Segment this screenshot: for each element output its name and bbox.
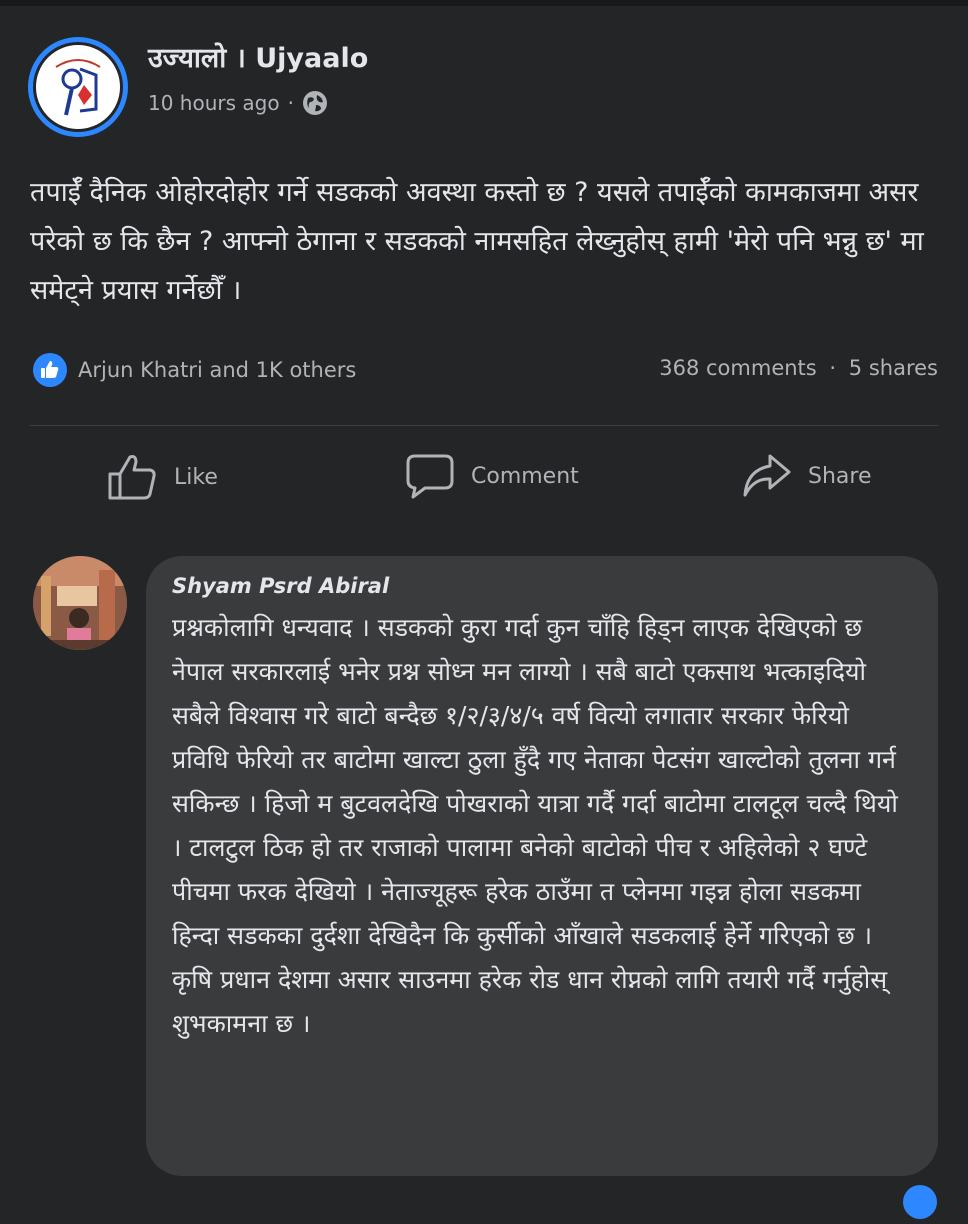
like-icon (32, 352, 68, 388)
counts-separator: · (829, 356, 837, 380)
comment-paragraph: प्रश्नकोलागि धन्यवाद । सडकको कुरा गर्दा … (172, 613, 898, 950)
like-button[interactable]: Like (106, 452, 218, 502)
comment-icon (406, 454, 454, 499)
comment-paragraph: कृषि प्रधान देशमा असार साउनमा हरेक रोड ध… (172, 965, 888, 1038)
page-logo (33, 42, 123, 132)
reaction-badge-icon (902, 1184, 938, 1220)
top-edge (0, 0, 968, 6)
comment-text: प्रश्नकोलागि धन्यवाद । सडकको कुरा गर्दा … (172, 606, 912, 1046)
comment-bubble: Shyam Psrd Abiral प्रश्नकोलागि धन्यवाद ।… (146, 556, 938, 1176)
post-meta: 10 hours ago · (148, 90, 328, 116)
globe-icon (302, 90, 328, 116)
share-icon (743, 454, 791, 497)
reactions-text[interactable]: Arjun Khatri and 1K others (78, 358, 356, 382)
comment-author[interactable]: Shyam Psrd Abiral (172, 574, 912, 598)
divider (30, 425, 938, 426)
shares-count[interactable]: 5 shares (849, 356, 938, 380)
reactions-summary[interactable]: Arjun Khatri and 1K others (32, 352, 356, 388)
comment-button[interactable]: Comment (405, 452, 579, 500)
thumbs-up-icon (108, 455, 156, 500)
comments-count[interactable]: 368 comments (659, 356, 816, 380)
like-label: Like (174, 464, 218, 490)
meta-separator: · (287, 91, 294, 115)
share-label: Share (808, 463, 872, 489)
share-button[interactable]: Share (742, 452, 872, 500)
post-text: तपाईँ दैनिक ओहोरदोहोर गर्ने सडकको अवस्था… (30, 177, 924, 306)
page-avatar[interactable] (28, 37, 128, 137)
post-time[interactable]: 10 hours ago (148, 91, 280, 115)
commenter-avatar[interactable] (33, 556, 127, 650)
comment-label: Comment (471, 463, 579, 489)
page-name[interactable]: उज्यालो । Ujyaalo (148, 38, 368, 75)
engagement-counts: 368 comments · 5 shares (659, 356, 938, 380)
